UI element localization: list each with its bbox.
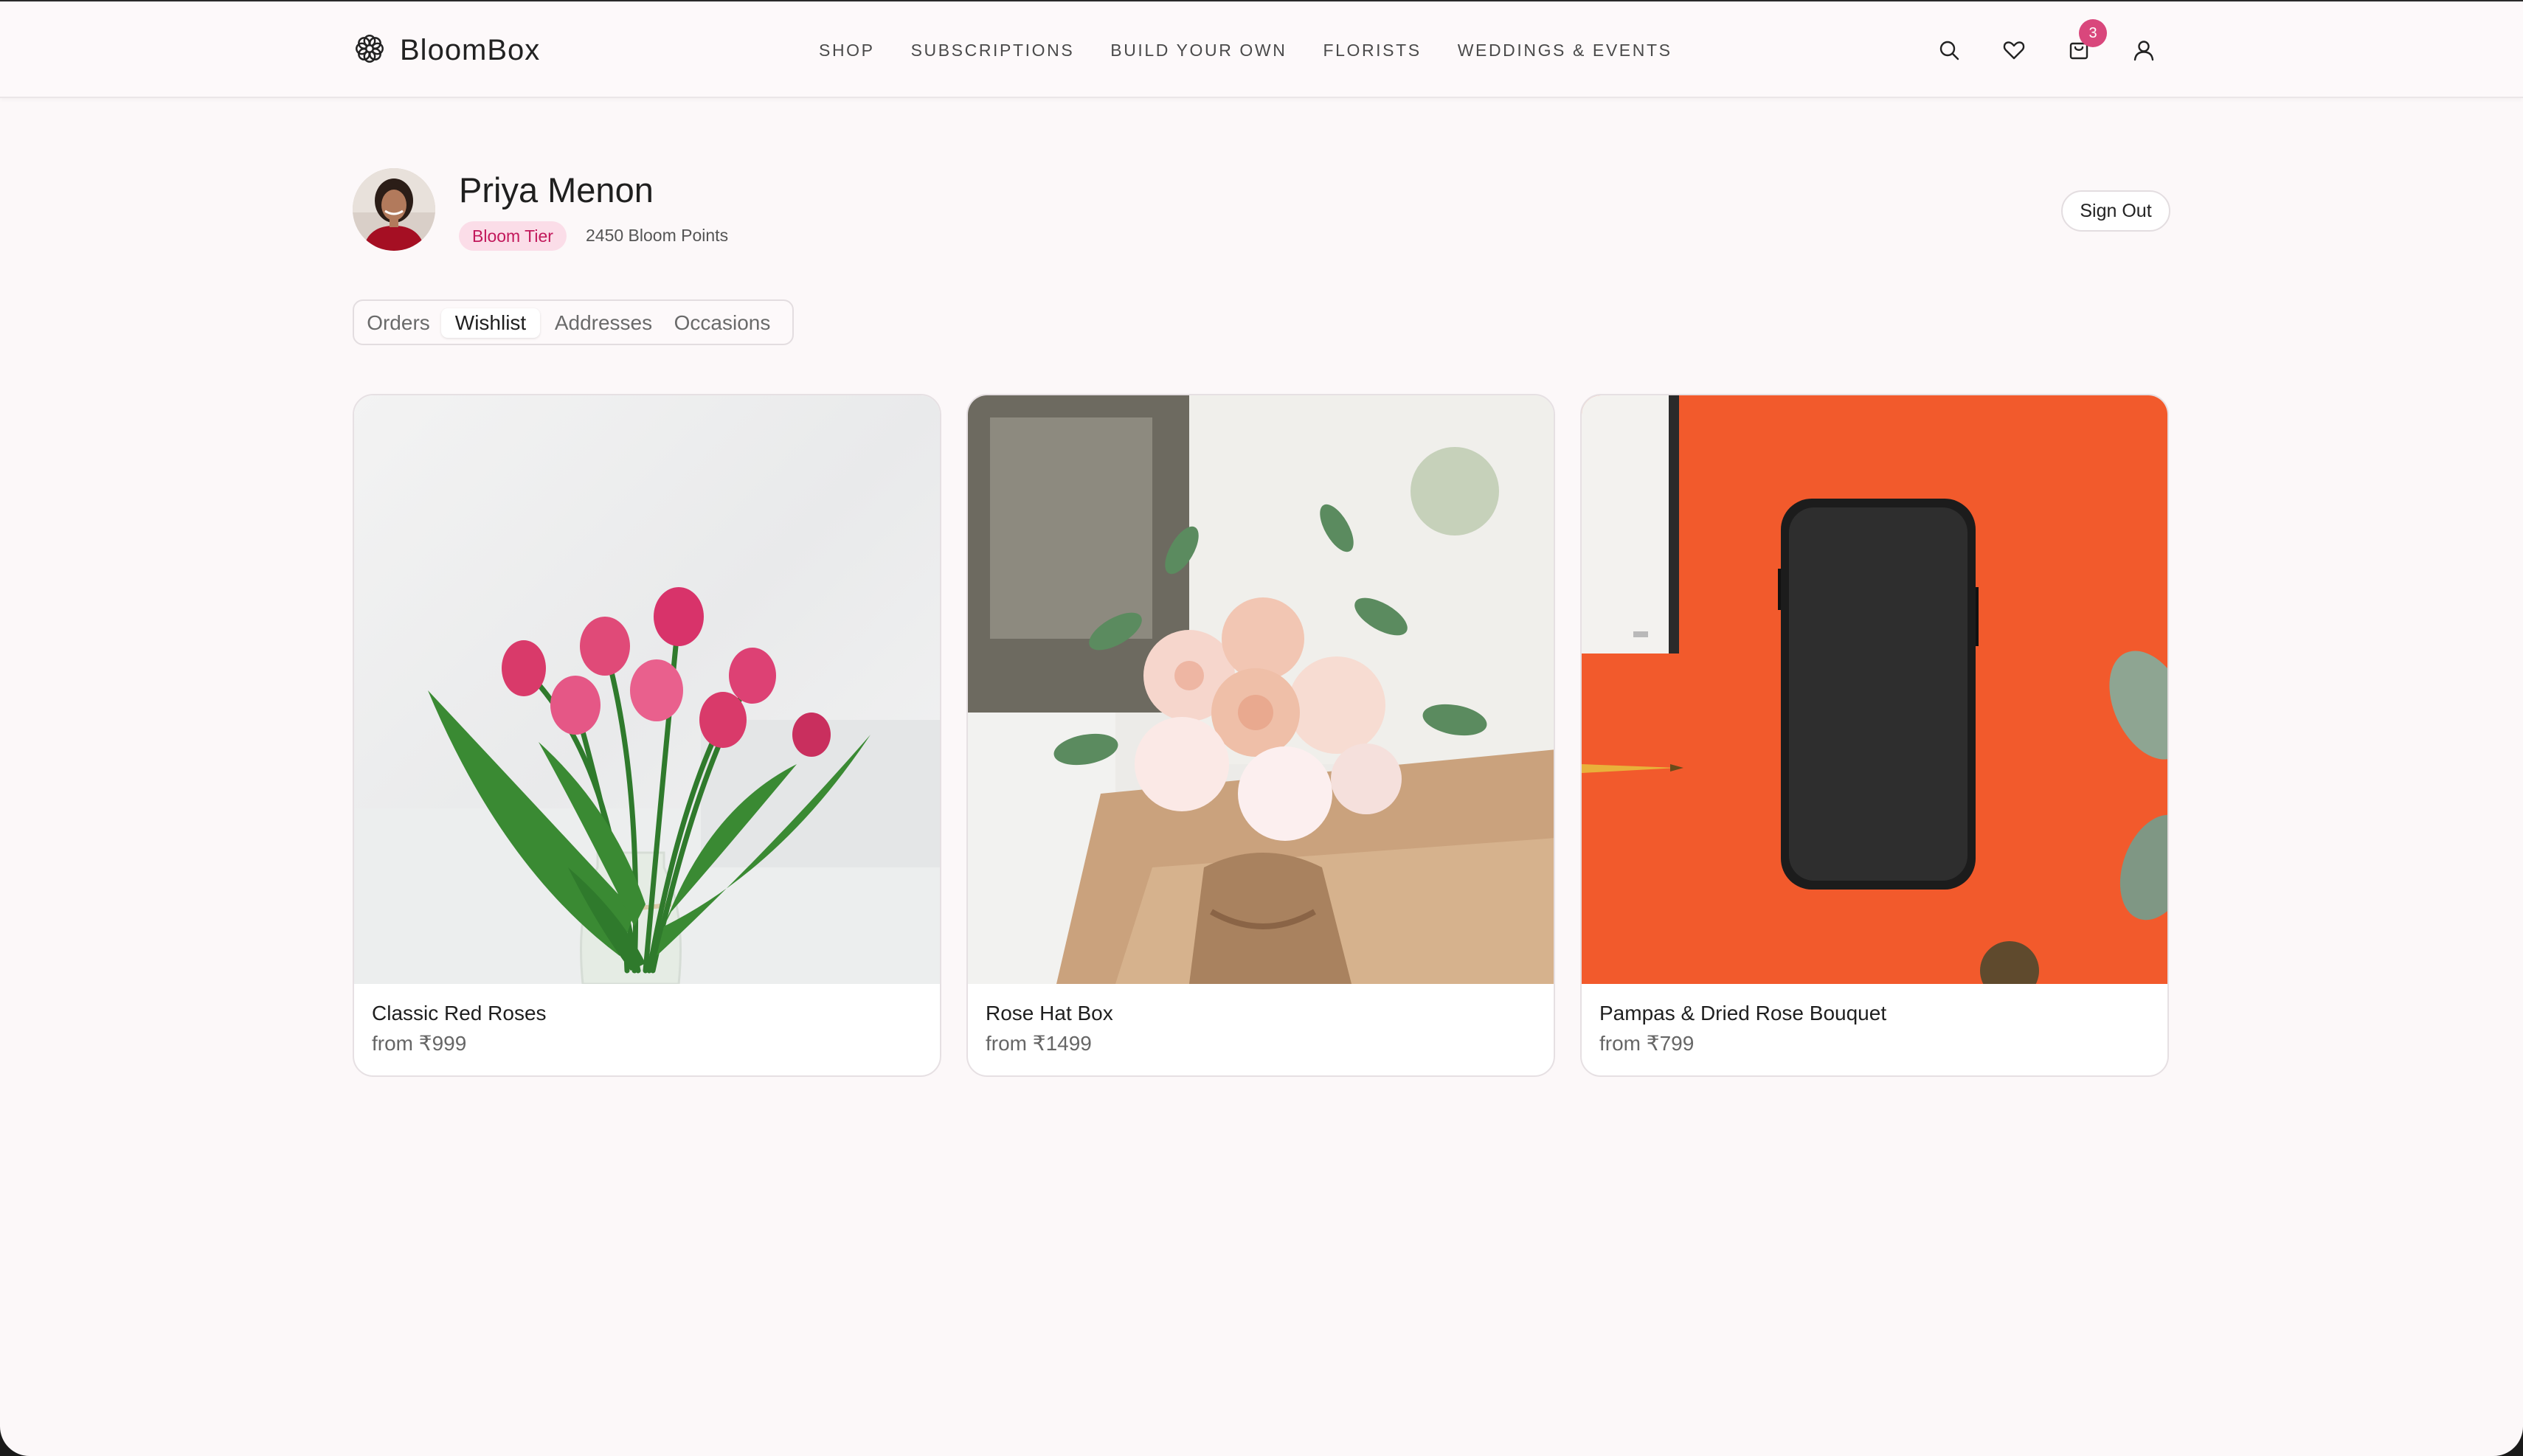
avatar [353, 168, 435, 251]
brand-name: BloomBox [400, 33, 541, 66]
brand-logo[interactable]: BloomBox [353, 30, 540, 71]
product-image [968, 395, 1554, 984]
user-icon[interactable] [2125, 31, 2163, 69]
tier-badge: Bloom Tier [459, 221, 567, 251]
product-name: Rose Hat Box [986, 1002, 1113, 1025]
flower-logo-icon [353, 32, 387, 69]
app-window: BloomBox SHOP SUBSCRIPTIONS BUILD YOUR O… [0, 0, 2523, 1456]
nav-weddings-events[interactable]: WEDDINGS & EVENTS [1458, 41, 1672, 60]
cart-count-badge: 3 [2079, 19, 2107, 47]
search-icon[interactable] [1930, 31, 1968, 69]
nav-florists[interactable]: FLORISTS [1323, 41, 1421, 60]
product-image [354, 395, 940, 984]
user-name: Priya Menon [459, 170, 654, 209]
product-price: from ₹1499 [986, 1032, 1092, 1055]
main-nav: SHOP SUBSCRIPTIONS BUILD YOUR OWN FLORIS… [819, 34, 1672, 66]
tab-addresses[interactable]: Addresses [550, 308, 657, 338]
wishlist-card[interactable]: Rose Hat Box from ₹1499 [966, 394, 1555, 1077]
wishlist-card[interactable]: Pampas & Dried Rose Bouquet from ₹799 [1580, 394, 2169, 1077]
product-name: Pampas & Dried Rose Bouquet [1599, 1002, 1887, 1025]
top-navbar: BloomBox SHOP SUBSCRIPTIONS BUILD YOUR O… [0, 1, 2523, 98]
heart-icon[interactable] [1995, 31, 2033, 69]
nav-shop[interactable]: SHOP [819, 41, 875, 60]
product-name: Classic Red Roses [372, 1002, 547, 1025]
nav-build-your-own[interactable]: BUILD YOUR OWN [1110, 41, 1287, 60]
tab-orders[interactable]: Orders [364, 308, 432, 338]
sign-out-button[interactable]: Sign Out [2061, 190, 2170, 232]
product-price: from ₹999 [372, 1032, 467, 1055]
product-image [1582, 395, 2167, 984]
account-tabs: Orders Wishlist Addresses Occasions [353, 299, 794, 345]
tab-wishlist[interactable]: Wishlist [441, 308, 540, 338]
nav-subscriptions[interactable]: SUBSCRIPTIONS [911, 41, 1075, 60]
wishlist-card[interactable]: Classic Red Roses from ₹999 [353, 394, 941, 1077]
product-price: from ₹799 [1599, 1032, 1695, 1055]
tab-occasions[interactable]: Occasions [667, 308, 778, 338]
points-balance: 2450 Bloom Points [586, 226, 729, 245]
